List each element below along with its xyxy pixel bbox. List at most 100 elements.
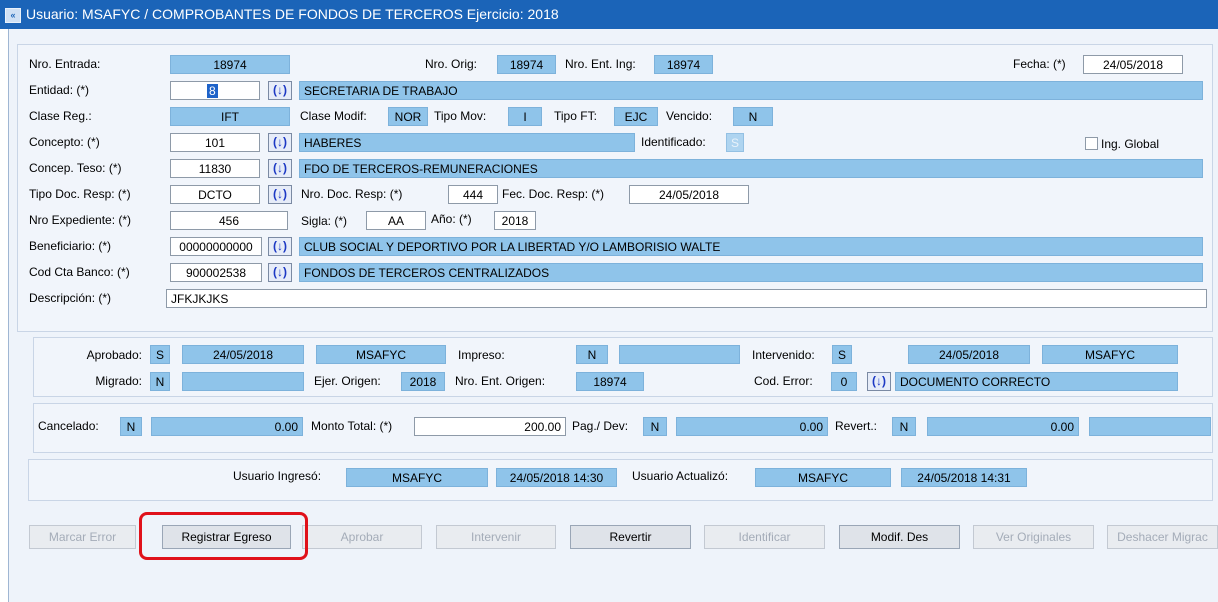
revertir-button[interactable]: Revertir — [570, 525, 691, 549]
intervenido-fecha-field: 24/05/2018 — [908, 345, 1030, 364]
concep-teso-lov-icon[interactable]: (↓) — [268, 159, 292, 178]
anio-label: Año: (*) — [431, 212, 472, 226]
sigla-field[interactable]: AA — [366, 211, 426, 230]
intervenido-user-field: MSAFYC — [1042, 345, 1178, 364]
aprobado-user-field: MSAFYC — [316, 345, 446, 364]
clase-modif-label: Clase Modif: — [300, 109, 367, 123]
entidad-label: Entidad: (*) — [29, 83, 90, 97]
usuario-actualizo-field: MSAFYC — [755, 468, 891, 487]
aprobar-button[interactable]: Aprobar — [302, 525, 422, 549]
cancelado-field: N — [120, 417, 142, 436]
ing-global-checkbox[interactable] — [1085, 137, 1098, 150]
audit-panel — [28, 459, 1213, 501]
aprobado-label: Aprobado: — [86, 348, 142, 362]
anio-field[interactable]: 2018 — [494, 211, 536, 230]
nro-ent-origen-label: Nro. Ent. Origen: — [455, 374, 546, 388]
clase-modif-field: NOR — [388, 107, 428, 126]
entidad-name-field: SECRETARIA DE TRABAJO — [299, 81, 1203, 100]
cod-error-label: Cod. Error: — [754, 374, 813, 388]
usuario-actualizo-label: Usuario Actualizó: — [632, 469, 729, 483]
cta-code-field[interactable]: 900002538 — [170, 263, 262, 282]
entidad-lov-icon[interactable]: (↓) — [268, 81, 292, 100]
cancelado-label: Cancelado: — [38, 419, 99, 433]
revert-monto-field: 0.00 — [927, 417, 1079, 436]
migrado-field: N — [150, 372, 170, 391]
highlight-box — [139, 512, 308, 560]
desc-field[interactable]: JFKJKJKS — [166, 289, 1207, 308]
nro-ent-ing-label: Nro. Ent. Ing: — [565, 57, 636, 71]
vencido-label: Vencido: — [666, 109, 713, 123]
tipo-doc-lov-icon[interactable]: (↓) — [268, 185, 292, 204]
nro-doc-field[interactable]: 444 — [448, 185, 498, 204]
entidad-code-value: 8 — [207, 84, 218, 98]
vencido-field: N — [733, 107, 773, 126]
tipo-doc-label: Tipo Doc. Resp: (*) — [29, 187, 131, 201]
migrado-extra-field — [182, 372, 304, 391]
nro-ent-origen-field: 18974 — [576, 372, 644, 391]
entidad-code-field[interactable]: 8 — [170, 81, 260, 100]
ver-originales-button[interactable]: Ver Originales — [973, 525, 1094, 549]
window-icon[interactable]: « — [5, 8, 21, 23]
revert-field: N — [892, 417, 916, 436]
identificado-field: S — [726, 133, 744, 152]
concepto-code-field[interactable]: 101 — [170, 133, 260, 152]
tipo-doc-field[interactable]: DCTO — [170, 185, 260, 204]
identificar-button[interactable]: Identificar — [704, 525, 825, 549]
concepto-label: Concepto: (*) — [29, 135, 100, 149]
pag-dev-field: N — [643, 417, 667, 436]
fecha-field[interactable]: 24/05/2018 — [1083, 55, 1183, 74]
fecha-ingreso-field: 24/05/2018 14:30 — [496, 468, 617, 487]
impreso-extra-field — [619, 345, 740, 364]
ejer-origen-field: 2018 — [401, 372, 445, 391]
revert-label: Revert.: — [835, 419, 878, 433]
marcar-error-button[interactable]: Marcar Error — [29, 525, 136, 549]
identificado-label: Identificado: — [641, 135, 706, 149]
deshacer-migracion-button[interactable]: Deshacer Migrac — [1107, 525, 1218, 549]
desc-label: Descripción: (*) — [29, 291, 112, 305]
nro-entrada-field: 18974 — [170, 55, 290, 74]
ing-global-label: Ing. Global — [1101, 137, 1160, 151]
concepto-lov-icon[interactable]: (↓) — [268, 133, 292, 152]
cancelado-monto-field: 0.00 — [151, 417, 303, 436]
tipo-ft-field: EJC — [614, 107, 658, 126]
revert-extra-field — [1089, 417, 1211, 436]
sigla-label: Sigla: (*) — [301, 214, 348, 228]
cod-error-field: 0 — [831, 372, 857, 391]
tipo-mov-label: Tipo Mov: — [434, 109, 487, 123]
nro-exp-label: Nro Expediente: (*) — [29, 213, 132, 227]
concep-teso-label: Concep. Teso: (*) — [29, 161, 122, 175]
benef-name-field: CLUB SOCIAL Y DEPORTIVO POR LA LIBERTAD … — [299, 237, 1203, 256]
nro-doc-label: Nro. Doc. Resp: (*) — [301, 187, 403, 201]
benef-code-field[interactable]: 00000000000 — [170, 237, 262, 256]
nro-entrada-label: Nro. Entrada: — [29, 57, 101, 71]
usuario-ingreso-label: Usuario Ingresó: — [233, 469, 322, 483]
intervenido-label: Intervenido: — [752, 348, 815, 362]
pag-dev-label: Pag./ Dev: — [572, 419, 629, 433]
concep-teso-name-field: FDO DE TERCEROS-REMUNERACIONES — [299, 159, 1203, 178]
intervenir-button[interactable]: Intervenir — [436, 525, 556, 549]
aprobado-fecha-field: 24/05/2018 — [182, 345, 304, 364]
cod-error-desc-field: DOCUMENTO CORRECTO — [895, 372, 1178, 391]
benef-lov-icon[interactable]: (↓) — [268, 237, 292, 256]
tipo-ft-label: Tipo FT: — [554, 109, 597, 123]
monto-total-label: Monto Total: (*) — [311, 419, 393, 433]
clase-reg-field: IFT — [170, 107, 290, 126]
concep-teso-code-field[interactable]: 11830 — [170, 159, 260, 178]
migrado-label: Migrado: — [95, 374, 142, 388]
modif-des-button[interactable]: Modif. Des — [839, 525, 960, 549]
nro-exp-field[interactable]: 456 — [170, 211, 288, 230]
cta-label: Cod Cta Banco: (*) — [29, 265, 130, 279]
fec-doc-label: Fec. Doc. Resp: (*) — [502, 187, 605, 201]
cod-error-lov-icon[interactable]: (↓) — [867, 372, 891, 391]
title-bar: « Usuario: MSAFYC / COMPROBANTES DE FOND… — [0, 0, 1218, 29]
aprobado-field: S — [150, 345, 170, 364]
concepto-name-field: HABERES — [299, 133, 635, 152]
fecha-actualizo-field: 24/05/2018 14:31 — [901, 468, 1027, 487]
fec-doc-field[interactable]: 24/05/2018 — [629, 185, 749, 204]
cta-lov-icon[interactable]: (↓) — [268, 263, 292, 282]
monto-total-field[interactable]: 200.00 — [414, 417, 566, 436]
window-title: Usuario: MSAFYC / COMPROBANTES DE FONDOS… — [26, 6, 559, 22]
pag-dev-monto-field: 0.00 — [676, 417, 828, 436]
impreso-label: Impreso: — [458, 348, 505, 362]
nro-ent-ing-field: 18974 — [654, 55, 713, 74]
